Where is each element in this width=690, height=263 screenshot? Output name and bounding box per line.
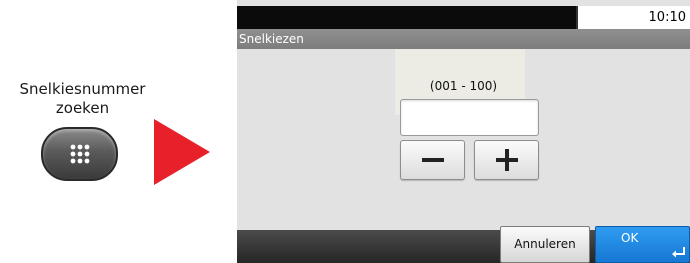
ok-button[interactable]: OK — [595, 226, 690, 263]
instruction-line-2: zoeken — [55, 99, 110, 117]
enter-return-icon — [672, 247, 685, 258]
screen-title: Snelkiezen — [237, 29, 690, 49]
ok-button-label: OK — [621, 231, 639, 245]
panel-screen: 10:10 Snelkiezen (001 - 100) Annuleren O… — [237, 0, 690, 263]
quick-number-search-key[interactable] — [41, 127, 118, 181]
range-label: (001 - 100) — [429, 79, 498, 93]
status-time: 10:10 — [648, 10, 686, 25]
arrow-right-icon — [154, 119, 210, 185]
plus-icon — [495, 149, 518, 171]
keypad-dots-icon — [70, 144, 89, 164]
instruction-label: Snelkiesnummer zoeken — [0, 80, 165, 118]
status-clock-area: 10:10 — [576, 6, 690, 29]
decrement-button[interactable] — [400, 140, 465, 180]
quick-dial-number-input[interactable] — [400, 99, 539, 136]
increment-button[interactable] — [474, 140, 539, 180]
cancel-button[interactable]: Annuleren — [500, 226, 590, 263]
instruction-line-1: Snelkiesnummer — [19, 80, 146, 98]
status-bar: 10:10 — [237, 6, 690, 29]
minus-icon — [421, 158, 444, 162]
